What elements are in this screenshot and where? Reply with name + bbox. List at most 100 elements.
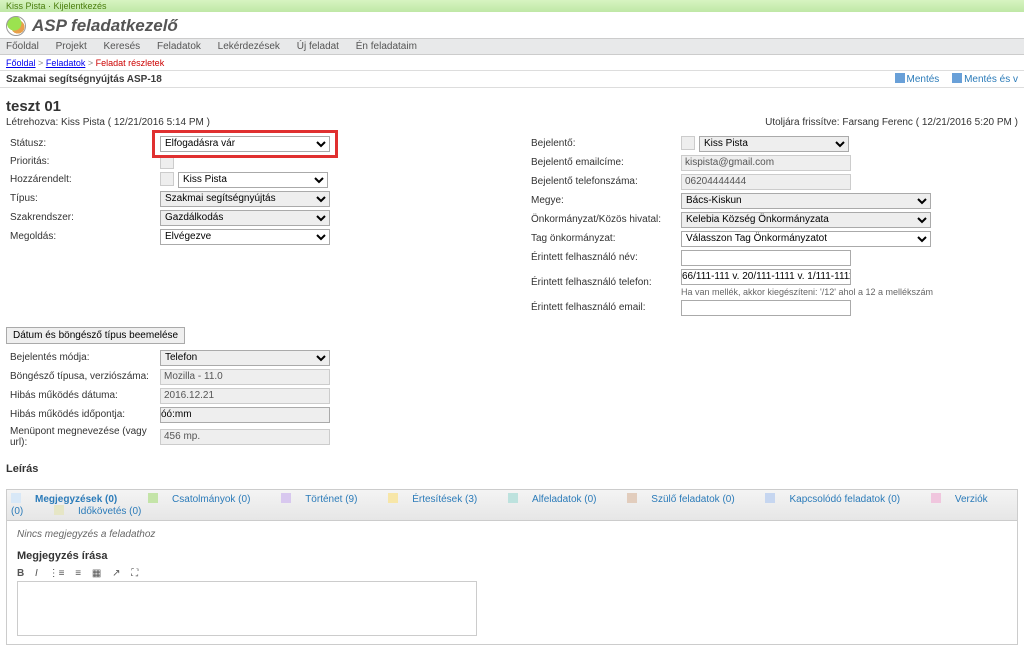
updated-meta: Utoljára frissítve: Farsang Ferenc ( 12/… xyxy=(765,117,1018,128)
right-fields: Bejelentő: Kiss Pista Bejelentő emailcím… xyxy=(527,134,1018,317)
menu-search[interactable]: Keresés xyxy=(104,41,141,52)
menupt-readonly: 456 mp. xyxy=(160,429,330,445)
description-heading: Leírás xyxy=(6,463,1018,475)
tab-parent[interactable]: Szülő feladatok (0) xyxy=(627,494,748,505)
phone-readonly: 06204444444 xyxy=(681,174,851,190)
tab-attachments[interactable]: Csatolmányok (0) xyxy=(148,494,264,505)
menu-mytasks[interactable]: Én feladataim xyxy=(356,41,417,52)
sol-select[interactable]: Elvégezve xyxy=(160,229,330,245)
tab-comments[interactable]: Megjegyzések (0) xyxy=(11,494,131,505)
crumb-home[interactable]: Főoldal xyxy=(6,58,36,68)
mode-label: Bejelentés módja: xyxy=(6,348,156,367)
mode-select[interactable]: Telefon xyxy=(160,350,330,366)
menu-newtask[interactable]: Új feladat xyxy=(297,41,339,52)
errtime-input[interactable] xyxy=(160,407,330,423)
version-icon xyxy=(931,493,941,503)
reporter-label: Bejelentő: xyxy=(527,134,677,153)
affuser-input[interactable] xyxy=(681,250,851,266)
priority-color-icon xyxy=(160,155,174,169)
crumb-sep1: > xyxy=(38,58,43,68)
editor-toolbar: B I ⋮≡ ≡ ▦ ↗ ⛶ xyxy=(17,568,1007,579)
bell-icon xyxy=(388,493,398,503)
breadcrumb: Főoldal > Feladatok > Feladat részletek xyxy=(0,55,1024,68)
browser-label: Böngésző típusa, verziószáma: xyxy=(6,367,156,386)
details-tabs: Megjegyzések (0) Csatolmányok (0) Történ… xyxy=(6,489,1018,645)
browser-readonly: Mozilla - 11.0 xyxy=(160,369,330,385)
menu-project[interactable]: Projekt xyxy=(56,41,87,52)
bold-button[interactable]: B xyxy=(17,568,24,579)
affphone-label: Érintett felhasználó telefon: xyxy=(527,267,677,298)
email-label: Bejelentő emailcíme: xyxy=(527,153,677,172)
save-close-link[interactable]: Mentés és v xyxy=(952,74,1018,85)
brand-row: ASP feladatkezelő xyxy=(0,12,1024,38)
reporter-icon xyxy=(681,136,695,150)
tab-related[interactable]: Kapcsolódó feladatok (0) xyxy=(765,494,914,505)
menu-tasks[interactable]: Feladatok xyxy=(157,41,201,52)
type-label: Típus: xyxy=(6,189,156,208)
email-readonly: kispista@gmail.com xyxy=(681,155,851,171)
county-select[interactable]: Bács-Kiskun xyxy=(681,193,931,209)
tab-timetrack[interactable]: Időkövetés (0) xyxy=(54,506,155,517)
no-comments-text: Nincs megjegyzés a feladathoz xyxy=(17,529,1007,540)
errdate-readonly: 2016.12.21 xyxy=(160,388,330,404)
link-button[interactable]: ↗ xyxy=(112,568,120,579)
assignee-icon xyxy=(160,172,174,186)
priority-label: Prioritás: xyxy=(6,153,156,170)
dept-select[interactable]: Gazdálkodás xyxy=(160,210,330,226)
comment-icon xyxy=(11,493,21,503)
clock-icon xyxy=(54,505,64,515)
affphone-help: Ha van mellék, akkor kiegészíteni: '/12'… xyxy=(681,287,1014,297)
affuser-label: Érintett felhasználó név: xyxy=(527,248,677,267)
title-bar: Szakmai segítségnyújtás ASP-18 Mentés Me… xyxy=(0,73,1024,85)
save-icon-2 xyxy=(952,73,962,83)
tab-subtasks[interactable]: Alfeladatok (0) xyxy=(508,494,610,505)
user-link[interactable]: Kiss Pista xyxy=(6,1,46,11)
office-label: Önkormányzat/Közös hivatal: xyxy=(527,210,677,229)
status-select[interactable]: Elfogadásra vár xyxy=(160,136,330,152)
crumb-tasks[interactable]: Feladatok xyxy=(46,58,86,68)
tab-notifications[interactable]: Értesítések (3) xyxy=(388,494,491,505)
list-ol-button[interactable]: ≡ xyxy=(75,568,81,579)
logout-link[interactable]: Kijelentkezés xyxy=(54,1,107,11)
affphone-input[interactable] xyxy=(681,269,851,285)
comment-editor[interactable] xyxy=(17,581,477,636)
assignee-select[interactable]: Kiss Pista xyxy=(178,172,328,188)
phone-label: Bejelentő telefonszáma: xyxy=(527,172,677,191)
county-label: Megye: xyxy=(527,191,677,210)
task-subtitle: teszt 01 xyxy=(6,98,1018,115)
sol-label: Megoldás: xyxy=(6,227,156,246)
attachment-icon xyxy=(148,493,158,503)
crumb-current: Feladat részletek xyxy=(96,58,165,68)
brand-title: ASP feladatkezelő xyxy=(32,16,178,36)
italic-button[interactable]: I xyxy=(35,568,38,579)
save-links: Mentés Mentés és v xyxy=(885,73,1019,85)
subtask-icon xyxy=(508,493,518,503)
insert-date-browser-button[interactable]: Dátum és böngésző típus beemelése xyxy=(6,327,185,344)
save-link[interactable]: Mentés xyxy=(895,74,940,85)
affemail-input[interactable] xyxy=(681,300,851,316)
fullscreen-button[interactable]: ⛶ xyxy=(131,568,138,579)
errtime-label: Hibás működés időpontja: xyxy=(6,405,156,424)
history-icon xyxy=(281,493,291,503)
errdate-label: Hibás működés dátuma: xyxy=(6,386,156,405)
link-icon xyxy=(765,493,775,503)
office-select[interactable]: Kelebia Község Önkormányzata xyxy=(681,212,931,228)
tag-label: Tag önkormányzat: xyxy=(527,229,677,248)
affemail-label: Érintett felhasználó email: xyxy=(527,298,677,317)
save-icon xyxy=(895,73,905,83)
status-highlight: Elfogadásra vár xyxy=(160,136,330,152)
menu-queries[interactable]: Lekérdezések xyxy=(218,41,280,52)
menupt-label: Menüpont megnevezése (vagy url): xyxy=(6,424,156,449)
menu-home[interactable]: Főoldal xyxy=(6,41,39,52)
image-button[interactable]: ▦ xyxy=(92,568,101,579)
list-ul-button[interactable]: ⋮≡ xyxy=(49,568,65,579)
tag-select[interactable]: Válasszon Tag Önkormányzatot xyxy=(681,231,931,247)
tab-history[interactable]: Történet (9) xyxy=(281,494,371,505)
main-menu: Főoldal Projekt Keresés Feladatok Lekérd… xyxy=(0,38,1024,55)
type-select[interactable]: Szakmai segítségnyújtás xyxy=(160,191,330,207)
task-id-title: Szakmai segítségnyújtás ASP-18 xyxy=(6,74,162,85)
extra-fields: Bejelentés módja: Telefon Böngésző típus… xyxy=(6,348,334,449)
created-meta: Létrehozva: Kiss Pista ( 12/21/2016 5:14… xyxy=(6,117,210,128)
dept-label: Szakrendszer: xyxy=(6,208,156,227)
reporter-select[interactable]: Kiss Pista xyxy=(699,136,849,152)
